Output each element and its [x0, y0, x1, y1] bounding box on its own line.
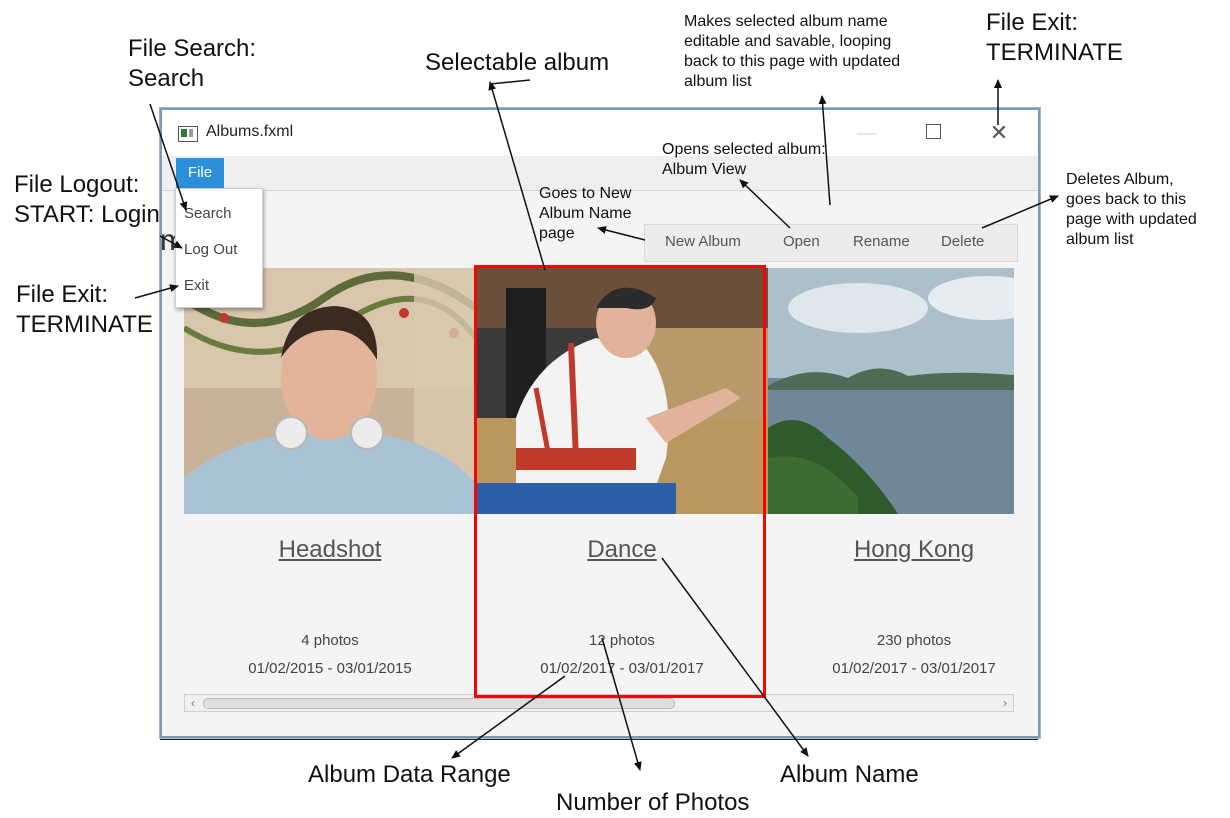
annotation-arrows [134, 79, 1059, 771]
arrow-number-of-photos [601, 637, 642, 771]
arrow-album-name [661, 557, 809, 757]
arrow-selectable-album [488, 81, 546, 271]
arrow-file-logout [159, 235, 183, 249]
arrow-file-exit-left [134, 284, 179, 299]
arrow-selectable-album-stub [489, 79, 531, 85]
arrow-open [739, 179, 791, 229]
arrow-file-search [149, 103, 188, 211]
arrow-delete [981, 195, 1059, 229]
arrow-new-album [597, 226, 646, 241]
arrow-rename [818, 95, 831, 206]
arrow-album-data-range [451, 675, 566, 759]
